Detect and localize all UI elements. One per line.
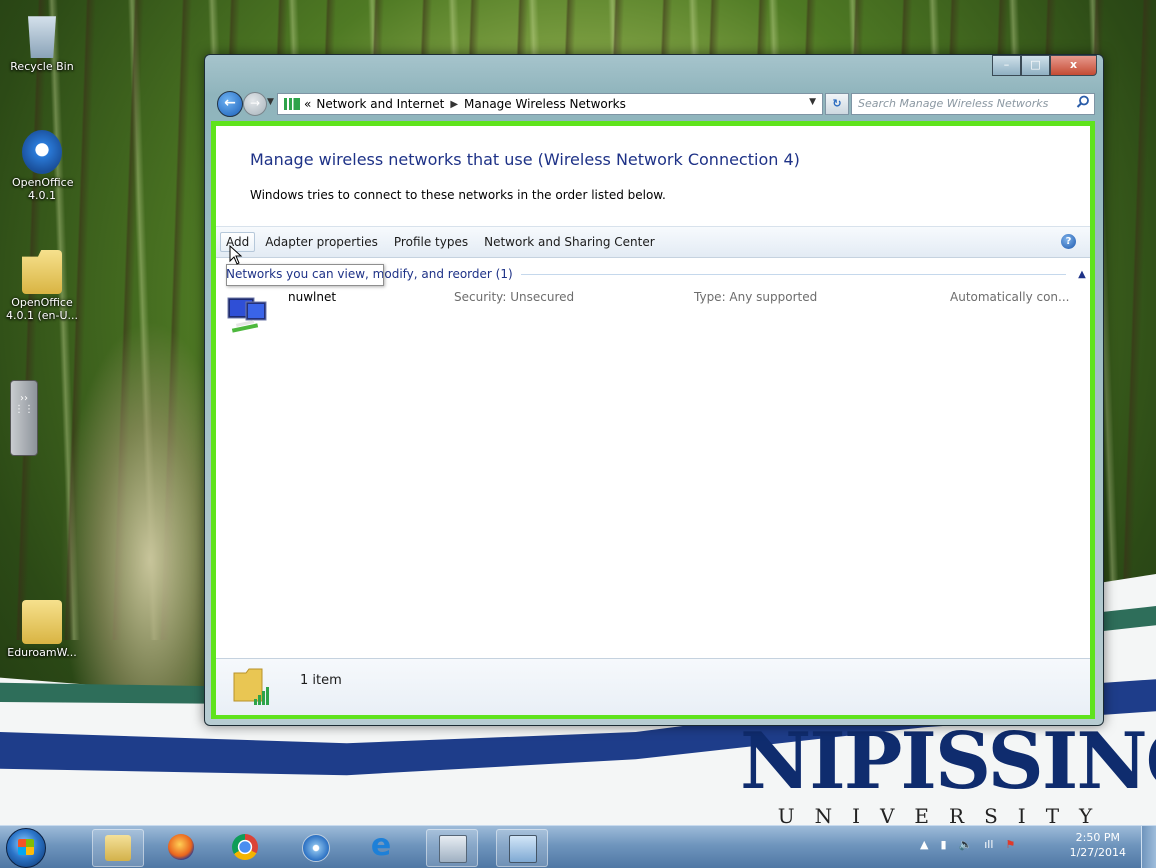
wireless-network-icon xyxy=(227,297,267,333)
desktop-icon-eduroam[interactable]: EduroamW... xyxy=(2,600,82,659)
address-toolbar: ← → ▼ « Network and Internet ▶ Manage Wi… xyxy=(215,91,1095,117)
show-hidden-icons-icon[interactable]: ▲ xyxy=(920,838,928,851)
desktop-icon-openoffice[interactable]: OpenOffice 4.0.1 xyxy=(12,130,74,202)
windows-logo-icon xyxy=(18,839,34,855)
page-description: Windows tries to connect to these networ… xyxy=(250,188,666,202)
firefox-icon xyxy=(168,834,194,860)
chrome-icon xyxy=(232,834,258,860)
taskbar-explorer[interactable] xyxy=(92,829,144,867)
content-pane: Manage wireless networks that use (Wirel… xyxy=(211,121,1095,719)
volume-icon[interactable]: 🔈 xyxy=(959,838,973,851)
desktop-icon-label: OpenOffice 4.0.1 xyxy=(12,176,74,202)
taskbar-control-panel[interactable] xyxy=(496,829,548,867)
search-input[interactable] xyxy=(852,94,1068,112)
folder-icon xyxy=(22,600,62,644)
status-bar: 1 item xyxy=(216,658,1090,715)
search-icon[interactable] xyxy=(1076,95,1090,109)
openoffice-icon xyxy=(22,130,62,174)
breadcrumb-network-internet[interactable]: Network and Internet xyxy=(316,97,444,111)
network-type: Type: Any supported xyxy=(694,290,818,304)
safari-icon xyxy=(302,834,330,862)
group-label: Networks you can view, modify, and reord… xyxy=(226,267,513,281)
forward-button[interactable]: → xyxy=(243,92,267,116)
taskbar: e ▲ ▮ 🔈 ıll ⚑ 2:50 PM 1/27/2014 xyxy=(0,825,1156,868)
network-name: nuwlnet xyxy=(288,290,337,304)
search-box[interactable] xyxy=(851,93,1095,115)
clock-date: 1/27/2014 xyxy=(1069,846,1126,859)
breadcrumb-overflow[interactable]: « xyxy=(304,97,311,111)
action-center-flag-icon[interactable]: ⚑ xyxy=(1005,838,1015,851)
taskbar-ie[interactable]: e xyxy=(356,829,406,865)
minimize-button[interactable]: – xyxy=(992,55,1021,76)
network-row[interactable]: nuwlnet Security: Unsecured Type: Any su… xyxy=(222,286,1082,342)
wifi-signal-icon[interactable]: ıll xyxy=(984,838,993,851)
back-button[interactable]: ← xyxy=(217,91,243,117)
logo-name: NIPISSING xyxy=(740,716,1156,807)
desktop-icon-label: OpenOffice 4.0.1 (en-U... xyxy=(5,296,79,322)
control-panel-icon xyxy=(509,835,537,863)
show-desktop-button[interactable] xyxy=(1141,826,1156,868)
file-explorer-icon xyxy=(105,835,131,861)
breadcrumb-manage-wireless[interactable]: Manage Wireless Networks xyxy=(464,97,626,111)
folder-icon xyxy=(22,250,62,294)
item-count: 1 item xyxy=(300,673,342,688)
mouse-cursor-icon xyxy=(229,245,243,265)
collapse-chevron-icon[interactable]: ▲ xyxy=(1076,269,1088,280)
taskbar-safari[interactable] xyxy=(290,829,340,865)
start-button[interactable] xyxy=(6,828,46,868)
recent-pages-dropdown[interactable]: ▼ xyxy=(267,97,274,107)
breadcrumb-separator-icon[interactable]: ▶ xyxy=(450,99,458,110)
close-button[interactable]: x xyxy=(1050,55,1097,76)
desktop-icon-openoffice-folder[interactable]: OpenOffice 4.0.1 (en-U... xyxy=(2,250,82,322)
clock[interactable]: 2:50 PM 1/27/2014 xyxy=(1070,830,1126,860)
taskbar-chrome[interactable] xyxy=(220,829,270,865)
page-title: Manage wireless networks that use (Wirel… xyxy=(250,150,800,169)
profile-types-button[interactable]: Profile types xyxy=(388,232,474,252)
recycle-bin-icon xyxy=(28,16,56,58)
taskbar-recorder[interactable] xyxy=(426,829,478,867)
gadget-sidebar-handle[interactable]: ›› ⋮⋮ xyxy=(10,380,38,456)
network-group-header[interactable]: Networks you can view, modify, and reord… xyxy=(226,266,1088,282)
chevron-right-icon: ›› ⋮⋮ xyxy=(14,393,34,415)
battery-icon[interactable]: ▮ xyxy=(940,838,946,851)
screen-recorder-icon xyxy=(439,835,467,863)
maximize-button[interactable]: □ xyxy=(1021,55,1050,76)
internet-explorer-icon: e xyxy=(370,828,392,863)
network-security: Security: Unsecured xyxy=(454,290,575,304)
window-controls: – □ x xyxy=(992,55,1097,76)
network-signal-icon xyxy=(284,98,300,110)
desktop-icon-recycle-bin[interactable]: Recycle Bin xyxy=(2,14,82,73)
help-icon[interactable]: ? xyxy=(1061,234,1076,249)
system-tray: ▲ ▮ 🔈 ıll ⚑ xyxy=(920,838,1015,851)
manage-wireless-window: – □ x ← → ▼ « Network and Internet ▶ Man… xyxy=(204,54,1104,726)
address-dropdown-icon[interactable]: ▼ xyxy=(809,97,816,107)
group-divider xyxy=(520,273,1066,275)
network-connect-mode: Automatically con... xyxy=(950,290,1070,304)
address-bar[interactable]: « Network and Internet ▶ Manage Wireless… xyxy=(277,93,823,115)
command-bar: Add Adapter properties Profile types Net… xyxy=(216,226,1090,258)
university-logo: NIPISSING UNIVERSITY xyxy=(740,716,1156,829)
adapter-properties-button[interactable]: Adapter properties xyxy=(259,232,384,252)
refresh-button[interactable]: ↻ xyxy=(825,93,849,115)
network-sharing-center-button[interactable]: Network and Sharing Center xyxy=(478,232,661,252)
clock-time: 2:50 PM xyxy=(1075,831,1120,844)
desktop-icon-label: Recycle Bin xyxy=(10,60,74,73)
taskbar-firefox[interactable] xyxy=(156,829,206,865)
desktop-icon-label: EduroamW... xyxy=(7,646,77,659)
network-folder-icon xyxy=(233,668,269,705)
